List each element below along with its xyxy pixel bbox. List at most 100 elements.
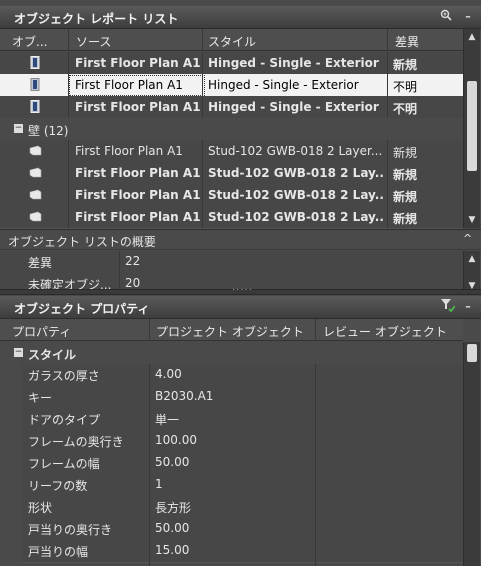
table-row[interactable]: First Floor Plan A1 Stud-102 GWB-018 2 L… (0, 206, 463, 229)
row-style: Stud-102 GWB-018 2 Lay... (208, 210, 384, 224)
property-row[interactable]: ガラスの厚さ 4.00 (22, 364, 463, 387)
col-project-object[interactable]: プロジェクト オブジェクト (156, 323, 304, 340)
row-style: Hinged - Single - Exterior (208, 56, 379, 70)
wall-icon (29, 167, 42, 178)
minimize-icon[interactable]: – (460, 9, 476, 25)
report-panel-title: オブジェクト レポート リスト (14, 12, 179, 26)
grip-icon: ..... (232, 282, 253, 293)
property-name: 戸当りの幅 (28, 545, 89, 559)
property-row[interactable]: フレームの奥行き 100.00 (22, 430, 463, 453)
properties-scrollbar[interactable] (463, 342, 480, 566)
property-project-value: 100.00 (155, 433, 197, 447)
zoom-icon[interactable] (438, 9, 454, 25)
col-diff[interactable]: 差異 (395, 33, 419, 50)
scroll-up-icon[interactable]: ▲ (464, 251, 480, 267)
wall-icon (29, 189, 42, 200)
properties-panel-header: オブジェクト プロパティ – (0, 296, 481, 319)
report-column-header: オブ... ソース スタイル 差異 (0, 29, 463, 51)
property-project-value: 長方形 (155, 501, 192, 515)
collapse-toggle[interactable]: − (14, 124, 23, 133)
chevron-up-icon[interactable]: ^ (463, 232, 472, 245)
scroll-thumb[interactable] (467, 81, 477, 171)
property-project-value: 4.00 (155, 367, 182, 381)
property-row[interactable]: リーフの数 1 (22, 474, 463, 497)
col-property[interactable]: プロパティ (12, 323, 71, 340)
property-row[interactable]: 形状 長方形 (22, 496, 463, 519)
scroll-down-icon[interactable]: ▼ (464, 212, 480, 228)
row-style: Stud-102 GWB-018 2 Lay... (208, 166, 384, 180)
summary-value: 22 (125, 254, 141, 268)
property-project-value: 50.00 (155, 521, 190, 535)
row-source: First Floor Plan A1 (75, 166, 201, 180)
table-row-selected[interactable]: First Floor Plan A1 Hinged - Single - Ex… (0, 74, 463, 97)
row-style: Stud-102 GWB-018 2 Layer... (208, 144, 383, 158)
property-project-value: 1 (155, 477, 163, 491)
group-label: 壁 (12) (28, 124, 69, 138)
property-name: フレームの幅 (28, 457, 100, 471)
filter-icon[interactable] (440, 299, 456, 315)
table-row[interactable]: First Floor Plan A1 Stud-102 GWB-018 2 L… (0, 162, 463, 185)
properties-panel-title: オブジェクト プロパティ (14, 302, 150, 316)
row-diff: 新規 (393, 58, 418, 72)
property-name: リーフの数 (28, 479, 88, 493)
property-project-value: 15.00 (155, 543, 190, 557)
table-row[interactable]: First Floor Plan A1 Stud-102 GWB-018 2 L… (0, 184, 463, 207)
col-style[interactable]: スタイル (208, 33, 256, 50)
col-object[interactable]: オブ... (12, 33, 47, 50)
property-name: ドアのタイプ (28, 413, 101, 427)
row-style: Hinged - Single - Exterior (208, 78, 359, 92)
row-diff: 新規 (393, 190, 418, 204)
row-diff: 不明 (393, 80, 418, 94)
minimize-icon[interactable]: – (460, 299, 476, 315)
property-row[interactable]: キー B2030.A1 (22, 386, 463, 409)
property-project-value: 単一 (155, 413, 180, 427)
wall-icon (29, 211, 42, 222)
property-row[interactable]: ドアのタイプ 単一 (22, 408, 463, 431)
table-row[interactable]: First Floor Plan A1 Hinged - Single - Ex… (0, 52, 463, 75)
property-row[interactable]: フレームの幅 50.00 (22, 452, 463, 475)
category-label: スタイル (28, 348, 77, 362)
summary-header: オブジェクト リストの概要 ^ (0, 229, 481, 250)
summary-value: 20 (125, 276, 141, 290)
collapse-toggle[interactable]: − (14, 348, 23, 357)
row-source: First Floor Plan A1 (75, 144, 183, 158)
scroll-up-icon[interactable]: ▲ (464, 29, 480, 45)
col-review-object[interactable]: レビュー オブジェクト (323, 323, 447, 340)
summary-row: 差異 22 (0, 251, 463, 273)
property-name: 形状 (28, 501, 53, 515)
group-row-walls[interactable]: − 壁 (12) (0, 118, 463, 141)
table-row[interactable]: First Floor Plan A1 Stud-102 GWB-018 2 L… (0, 140, 463, 163)
row-diff: 新規 (393, 146, 418, 160)
property-row[interactable]: 戸当りの幅 15.00 (22, 540, 463, 563)
summary-label: 差異 (28, 256, 53, 270)
splitter-handle[interactable]: ..... (0, 282, 481, 295)
row-source: First Floor Plan A1 (75, 100, 201, 114)
table-row[interactable]: First Floor Plan A1 Hinged - Single - Ex… (0, 96, 463, 119)
row-source: First Floor Plan A1 (75, 56, 201, 70)
report-panel-header: オブジェクト レポート リスト – (0, 6, 481, 29)
properties-column-header: プロパティ プロジェクト オブジェクト レビュー オブジェクト (0, 319, 463, 341)
row-source: First Floor Plan A1 (75, 210, 201, 224)
col-source[interactable]: ソース (76, 33, 111, 50)
summary-title: オブジェクト リストの概要 (8, 235, 156, 249)
properties-grid: − スタイル ガラスの厚さ 4.00 キー B2030.A1 ドアのタイプ 単一… (0, 342, 463, 566)
scroll-thumb[interactable] (467, 344, 477, 362)
category-row-style[interactable]: − スタイル (0, 342, 463, 365)
door-icon (30, 100, 40, 113)
property-project-value: 50.00 (155, 455, 190, 469)
wall-icon (29, 145, 42, 156)
property-name: キー (28, 391, 53, 405)
row-diff: 新規 (393, 168, 418, 182)
row-style: Stud-102 GWB-018 2 Lay... (208, 188, 384, 202)
property-name: 戸当りの奥行き (28, 523, 113, 537)
door-icon (30, 56, 40, 69)
row-diff: 新規 (393, 212, 418, 226)
property-name: フレームの奥行き (28, 435, 124, 449)
property-project-value: B2030.A1 (155, 389, 214, 403)
report-scrollbar[interactable]: ▲ ▼ (463, 29, 480, 228)
row-style: Hinged - Single - Exterior (208, 100, 379, 114)
property-row[interactable]: 戸当りの奥行き 50.00 (22, 518, 463, 541)
summary-scrollbar[interactable]: ▲ ▼ (463, 251, 480, 294)
door-icon (30, 78, 40, 91)
row-source: First Floor Plan A1 (75, 78, 183, 92)
